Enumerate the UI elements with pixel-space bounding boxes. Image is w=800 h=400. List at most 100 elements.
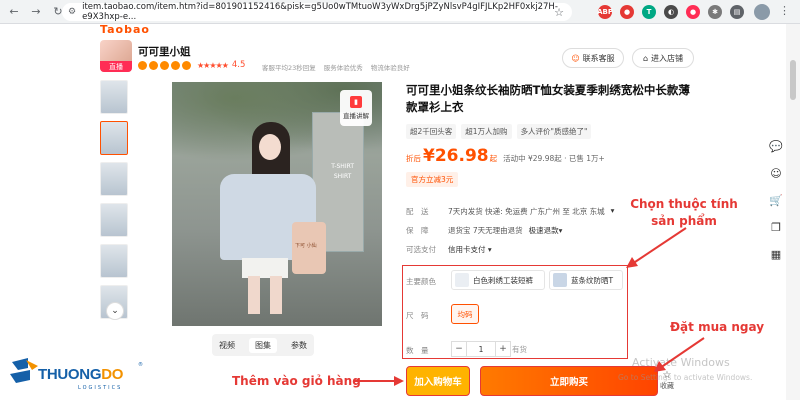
live-chart-icon: ▮ [350,96,362,108]
thumbnail[interactable] [100,80,128,114]
extension-gray-icon[interactable]: ◐ [664,5,678,19]
price-value: ¥26.98 [423,146,489,166]
price-note: 活动中 ¥29.98起 · 已售 1万+ [503,154,605,163]
payment-dropdown[interactable]: 信用卡支付 ▾ [448,244,492,255]
logo-registered-mark: ® [138,362,143,368]
thuongdo-logo: THUONGDO LOGISTICS ® [0,346,150,400]
color-option[interactable]: 蓝条纹防晒T [549,270,623,290]
taobao-logo[interactable]: Taobao [100,23,150,36]
color-option[interactable]: 白色刺绣工装短裤 [451,270,545,290]
tab-gallery[interactable]: 图集 [249,337,277,353]
enter-shop-button[interactable]: ⌂ 进入店铺 [632,48,694,68]
cart-icon[interactable]: 🛒 [769,194,783,207]
size-option[interactable]: 均码 [451,304,479,324]
price-suffix: 起 [489,154,498,163]
thumbnail-list [100,80,132,326]
enter-shop-label: 进入店铺 [651,53,684,63]
logo-brand-b: DO [101,366,124,383]
shipping-row: 配 送 7天内发货 快递: 免运费 广东广州 至 北京 东城 ▾ [406,206,614,217]
logo-mark-icon [10,358,38,383]
extension-teal-icon[interactable]: T [642,5,656,19]
add-to-cart-button[interactable]: 加入购物车 [406,366,470,396]
shop-name[interactable]: 可可里小姐 [138,44,191,59]
color-option-label: 蓝条纹防晒T [571,275,614,285]
extensions-puzzle-icon[interactable]: ✱ [708,5,722,19]
shipping-label: 配 送 [406,207,429,216]
rating-value: 4.5 [231,60,246,70]
coin-icon [182,60,191,70]
tote-bag: 下可 小仙 [292,222,326,274]
live-tag: 直播 [100,61,132,72]
product-tag: 超1万人加购 [461,124,512,139]
scrollbar-thumb[interactable] [790,60,796,100]
price-label: 折后 [406,154,421,163]
tab-video[interactable]: 视频 [219,340,235,351]
extension-pink-icon[interactable]: ● [686,5,700,19]
chat-icon[interactable]: 💬 [769,140,783,153]
shop-note: 物流体验良好 [370,64,410,72]
thumbnail[interactable] [100,244,128,278]
decrement-button[interactable]: − [451,341,467,357]
coupon-badge[interactable]: 官方立减3元 [406,172,459,187]
quantity-stepper: − 1 + [451,341,511,357]
tab-params[interactable]: 参数 [291,340,307,351]
thumbnail[interactable] [100,203,128,237]
chat-bubble-icon: ☺ [571,53,580,63]
gallery-tabs: 视频 图集 参数 [212,334,314,356]
star-rating-icon: ★★★★★ [197,60,229,70]
model-leg [248,276,260,314]
stock-status: 有货 [512,345,527,354]
product-tag: 超2千回头客 [406,124,457,139]
color-label: 主要颜色 [406,277,436,286]
refund-dropdown[interactable]: 极速退款▾ [529,225,563,236]
quantity-value[interactable]: 1 [467,341,495,357]
shipping-text: 7天内发货 快递: 免运费 广东广州 至 北京 东城 [448,207,605,216]
contact-service-button[interactable]: ☺ 联系客服 [562,48,624,68]
profile-avatar[interactable] [754,4,770,20]
url-text: item.taobao.com/item.htm?id=801901152416… [82,2,558,22]
forward-icon[interactable]: → [28,4,44,20]
favorite-label: 收藏 [660,382,674,390]
compare-icon[interactable]: ❐ [771,221,781,234]
product-tag: 多人评价"质感绝了" [516,124,592,139]
thumbnail[interactable] [100,162,128,196]
bookmark-star-icon[interactable]: ☆ [554,6,564,19]
color-option-label: 白色刺绣工装短裤 [473,275,533,285]
payment-label: 可选支付 [406,245,436,254]
model-shorts [242,258,288,278]
arrow-icon [626,227,687,268]
back-icon[interactable]: ← [6,4,22,20]
increment-button[interactable]: + [495,341,511,357]
shipping-dropdown[interactable]: ▾ [611,206,615,217]
live-explain-label: 直播讲解 [343,112,369,120]
price-row: 折后 ¥26.98 起 活动中 ¥29.98起 · 已售 1万+ [406,146,605,166]
coin-icon [171,60,180,70]
live-explain-button[interactable]: ▮ 直播讲解 [340,90,372,126]
side-panel-icon[interactable]: ▤ [730,5,744,19]
grid-icon[interactable]: ▦ [771,248,781,261]
extension-red-icon[interactable]: ● [620,5,634,19]
model-leg [270,276,282,314]
service-icon[interactable]: ☺ [770,167,781,180]
logo-subtitle: LOGISTICS [78,385,123,391]
arrow-icon [354,376,404,386]
page-scrollbar[interactable] [786,24,800,400]
product-title: 可可里小姐条纹长袖防晒T恤女装夏季刺绣宽松中长款薄款罩衫上衣 [406,83,690,114]
coin-icon [149,60,158,70]
image-wall-text: T-SHIRT SHIRT [331,163,354,180]
site-info-icon[interactable]: ⚙ [68,7,76,17]
payment-row: 可选支付 信用卡支付 ▾ [406,244,492,255]
thumbnail-active[interactable] [100,121,128,155]
coin-icon [160,60,169,70]
annotation-buy-now: Đặt mua ngay [670,320,765,334]
address-bar[interactable]: ⚙ item.taobao.com/item.htm?id=8019011524… [62,2,572,22]
shop-avatar[interactable]: 直播 [100,40,132,72]
bag-text: 下可 小仙 [295,243,317,249]
extension-abp-icon[interactable]: ABP [597,5,613,19]
color-swatch [553,273,567,287]
browser-menu-icon[interactable]: ⋮ [779,4,790,17]
chevron-down-icon[interactable]: ⌄ [106,302,124,320]
arrow-icon [654,337,705,372]
shop-icon: ⌂ [642,53,649,63]
annotation-add-to-cart: Thêm vào giỏ hàng [232,374,361,388]
